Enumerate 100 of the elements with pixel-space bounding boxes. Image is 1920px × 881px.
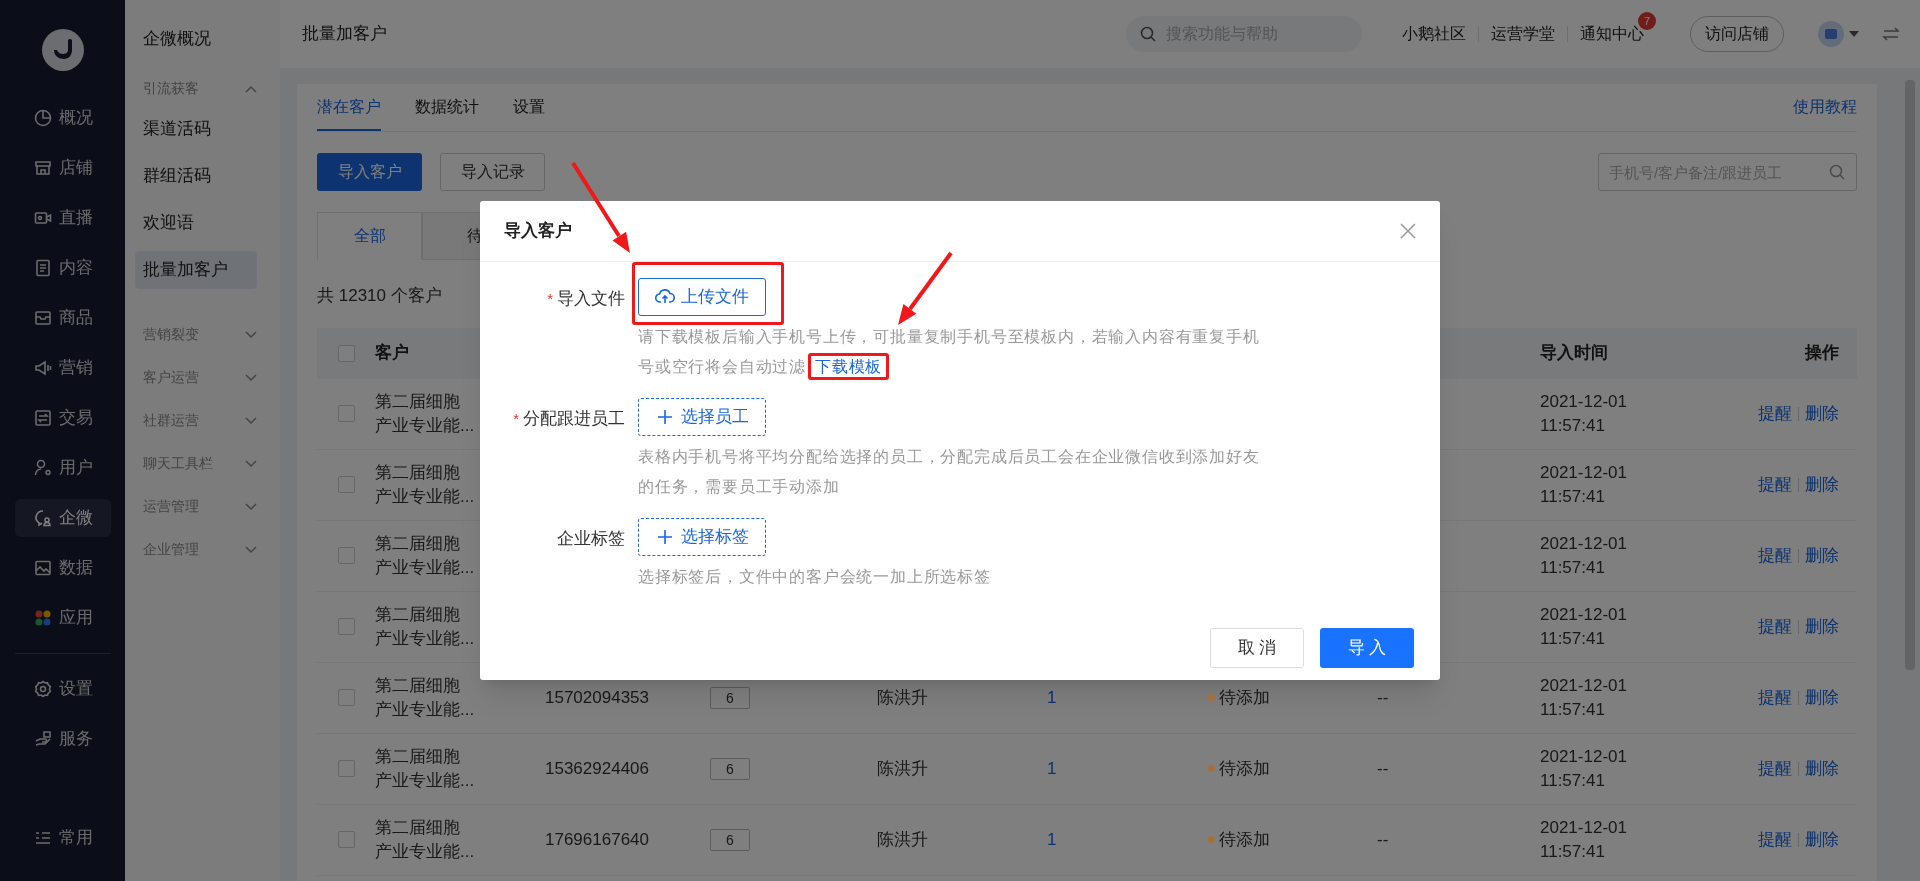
help-text: 请下载模板后输入手机号上传，可批量复制手机号至模板内，若输入内容有重复手机号或空行将会自动过滤 下载模板 (638, 322, 1268, 382)
nav-item[interactable]: 应用 (14, 599, 111, 637)
table-cell-text: 第二届细胞产业专业能... (375, 461, 476, 508)
delete-link[interactable]: 删除 (1805, 400, 1839, 427)
nav-item[interactable]: 企微 (14, 499, 111, 537)
status-text: 待添加 (1219, 757, 1270, 780)
logo[interactable] (41, 29, 84, 71)
table-cell: 15362924406 (545, 758, 649, 778)
import-customers-button[interactable]: 导入客户 (317, 153, 422, 191)
nav-item[interactable]: 商品 (14, 299, 111, 337)
table-cell-text: 第二届细胞产业专业能... (375, 603, 476, 650)
table-cell-text: 2021-12-01 11:57:41 (1540, 390, 1628, 437)
select-button[interactable]: 选择员工 (638, 398, 766, 436)
import-records-button[interactable]: 导入记录 (440, 153, 545, 191)
table-cell: 陈洪升 (877, 829, 928, 849)
account-menu[interactable] (1818, 21, 1860, 47)
tag-count-badge: 6 (710, 828, 750, 851)
table-cell-text: 2021-12-01 11:57:41 (1540, 532, 1628, 579)
tutorial-link[interactable]: 使用教程 (1793, 95, 1857, 131)
tab[interactable]: 潜在客户 (317, 95, 381, 131)
top-link[interactable]: 运营学堂 (1491, 25, 1555, 42)
close-icon[interactable] (1400, 223, 1416, 239)
delete-link[interactable]: 删除 (1805, 471, 1839, 498)
count-link[interactable]: 1 (1047, 758, 1057, 778)
count-link[interactable]: 1 (1047, 829, 1057, 849)
remind-link[interactable]: 提醒 (1758, 826, 1792, 853)
page-title: 批量加客户 (302, 23, 387, 46)
cancel-button[interactable]: 取 消 (1210, 628, 1304, 668)
top-link[interactable]: 小鹅社区 (1402, 25, 1466, 42)
remind-link[interactable]: 提醒 (1758, 613, 1792, 640)
plus-icon (655, 527, 675, 547)
nav-item[interactable]: 用户 (14, 449, 111, 487)
store-icon (32, 158, 53, 178)
nav-item[interactable]: 营销 (14, 349, 111, 387)
nav-item[interactable]: 服务 (14, 720, 111, 758)
nav-item[interactable]: 设置 (14, 670, 111, 708)
subnav-item[interactable]: 群组活码 (135, 157, 257, 195)
remind-link[interactable]: 提醒 (1758, 400, 1792, 427)
tab[interactable]: 设置 (513, 95, 545, 131)
image-icon (32, 558, 53, 578)
nav-item[interactable]: 概况 (14, 99, 111, 137)
nav-item[interactable]: 直播 (14, 199, 111, 237)
chevron-down-icon (245, 373, 257, 382)
remind-link[interactable]: 提醒 (1758, 684, 1792, 711)
nav-item[interactable]: 内容 (14, 249, 111, 287)
notification-badge: 7 (1638, 12, 1656, 30)
checkbox[interactable] (337, 476, 355, 493)
subnav-item[interactable]: 渠道活码 (135, 110, 257, 148)
import-button[interactable]: 导 入 (1320, 628, 1414, 668)
delete-link[interactable]: 删除 (1805, 613, 1839, 640)
required-mark: * (547, 290, 553, 307)
table-cell-text: 第二届细胞产业专业能... (375, 532, 476, 579)
nav-item[interactable]: 数据 (14, 549, 111, 587)
table-cell-text: 2021-12-01 11:57:41 (1540, 816, 1628, 863)
upload-file-button[interactable]: 上传文件 (638, 278, 766, 316)
table-cell: -- (1377, 687, 1389, 707)
remind-link[interactable]: 提醒 (1758, 542, 1792, 569)
checkbox[interactable] (337, 547, 355, 564)
nav-item[interactable]: 店铺 (14, 149, 111, 187)
table-cell-text: 2021-12-01 11:57:41 (1540, 674, 1628, 721)
download-template-link[interactable]: 下载模板 (808, 353, 890, 380)
chevron-down-icon (245, 545, 257, 554)
column-header: 操作 (1805, 343, 1839, 363)
chevron-down-icon (245, 416, 257, 425)
table-cell-text: 2021-12-01 11:57:41 (1540, 603, 1628, 650)
required-mark: * (513, 410, 519, 427)
help-text: 表格内手机号将平均分配给选择的员工，分配完成后员工会在企业微信收到添加好友的任务，需要员工手动添加 (638, 447, 1261, 497)
filter-tab[interactable]: 全部 (317, 212, 422, 260)
remind-link[interactable]: 提醒 (1758, 755, 1792, 782)
tab[interactable]: 数据统计 (415, 95, 479, 131)
checkbox[interactable] (337, 760, 355, 777)
select-button[interactable]: 选择标签 (638, 518, 766, 556)
delete-link[interactable]: 删除 (1805, 755, 1839, 782)
status-text: 待添加 (1219, 828, 1270, 851)
checkbox[interactable] (337, 344, 355, 362)
delete-link[interactable]: 删除 (1805, 542, 1839, 569)
remind-link[interactable]: 提醒 (1758, 471, 1792, 498)
count-link[interactable]: 1 (1047, 687, 1057, 707)
delete-link[interactable]: 删除 (1805, 684, 1839, 711)
subnav-item[interactable]: 欢迎语 (135, 204, 257, 242)
checkbox[interactable] (337, 405, 355, 422)
subnav-item[interactable]: 批量加客户 (135, 251, 257, 289)
subnav-item[interactable]: 企微概况 (135, 20, 257, 58)
help-text: 选择标签后，文件中的客户会统一加上所选标签 (638, 567, 992, 587)
status-text: 待添加 (1219, 686, 1270, 709)
caret-icon (1848, 30, 1860, 38)
checkbox[interactable] (337, 618, 355, 635)
table-cell-text: 2021-12-01 11:57:41 (1540, 461, 1628, 508)
avatar-icon (1818, 21, 1844, 47)
nav-item[interactable]: 交易 (14, 399, 111, 437)
checkbox[interactable] (337, 689, 355, 706)
nav-item[interactable]: 常用 (14, 819, 111, 857)
delete-link[interactable]: 删除 (1805, 826, 1839, 853)
table-cell: 17696167640 (545, 829, 649, 849)
field-label: 分配跟进员工 (523, 409, 625, 428)
plus-icon (655, 407, 675, 427)
swap-icon[interactable] (1882, 26, 1900, 42)
table-cell: -- (1377, 758, 1389, 778)
checkbox[interactable] (337, 831, 355, 848)
tag-count-badge: 6 (710, 686, 750, 709)
